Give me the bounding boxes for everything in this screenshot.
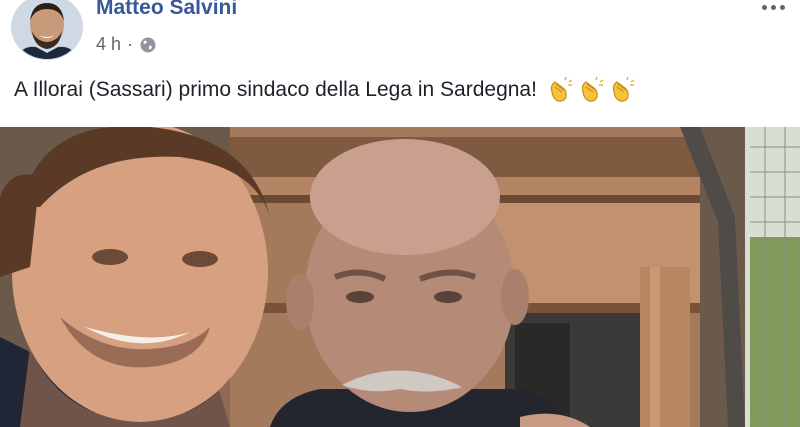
more-options-icon[interactable]	[756, 0, 790, 16]
author-name-link[interactable]: Matteo Salvini	[96, 0, 237, 20]
post-header: Matteo Salvini 4 h ·	[0, 0, 800, 70]
clapping-hands-icon	[608, 76, 636, 104]
post-message-text: A Illorai (Sassari) primo sindaco della …	[14, 78, 537, 101]
post-meta: 4 h ·	[96, 34, 157, 55]
clapping-hands-icon	[546, 76, 574, 104]
post-timestamp[interactable]: 4 h	[96, 34, 121, 55]
post-message: A Illorai (Sassari) primo sindaco della …	[14, 76, 636, 104]
avatar[interactable]	[11, 0, 83, 60]
post-photo[interactable]	[0, 127, 800, 427]
meta-separator: ·	[127, 34, 134, 54]
clapping-hands-icon	[577, 76, 605, 104]
more-dot	[761, 4, 767, 10]
more-dot	[779, 4, 785, 10]
globe-icon[interactable]	[139, 36, 157, 54]
more-dot	[770, 4, 776, 10]
photo-illustration	[0, 127, 800, 427]
